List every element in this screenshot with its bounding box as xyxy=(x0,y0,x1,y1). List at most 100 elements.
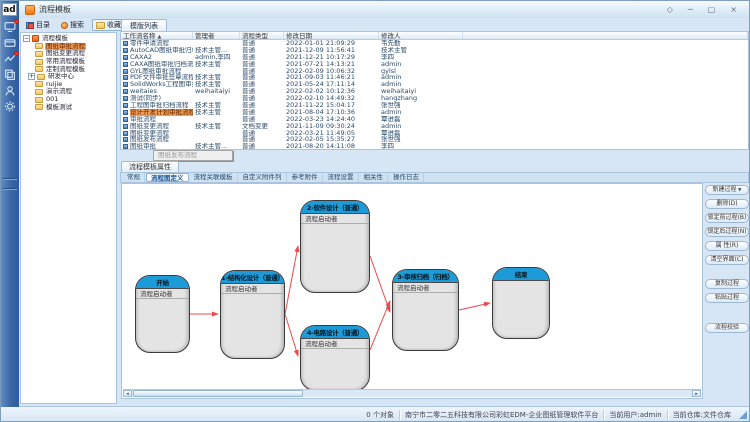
table-row[interactable]: 测试(同步)普通2022-02-10 14:49:32hangzhang xyxy=(121,95,748,102)
title-bar: 流程模板 ◇─▢× xyxy=(19,1,749,18)
resize-grip[interactable] xyxy=(739,411,747,419)
table-row[interactable]: 零件申请流程普通2022-01-01 21:09:29韦先勤 xyxy=(121,40,748,47)
toolbar-button-label: 搜索 xyxy=(70,20,84,30)
directory-button[interactable]: 目录 xyxy=(23,19,53,31)
flow-node-initiator: 流程启动者 xyxy=(221,284,284,294)
workflow-icon[interactable] xyxy=(4,53,16,64)
tab-自定义附件列[interactable]: 自定义附件列 xyxy=(239,173,287,182)
table-row[interactable]: weitaiesweihaitaiyi普通2022-02-02 10:12:36… xyxy=(121,88,748,95)
date-cell: 2021-08-20 14:11:08 xyxy=(284,143,379,150)
table-row[interactable]: 图纸变更流程普通2022-03-21 11:49:05覃进磊 xyxy=(121,130,748,137)
tree-item[interactable]: +研发中心 xyxy=(23,73,116,81)
flow-node[interactable]: 1-结构化设计（普通）流程启动者 xyxy=(220,270,285,359)
toolbar-button-label: 目录 xyxy=(36,20,50,30)
table-row[interactable]: GYL图纸审批流程普通2022-02-09 10:06:32gylsl xyxy=(121,68,748,75)
maximize-icon[interactable]: ▢ xyxy=(708,3,716,17)
search-button[interactable]: 搜索 xyxy=(58,19,87,31)
pin-icon[interactable]: ◇ xyxy=(667,3,673,17)
table-row[interactable]: 工程图审批归档流程技术主管普通2021-11-22 15:04:17张世强 xyxy=(121,102,748,109)
table-row[interactable]: SolidWorks工程图审批流程技术主管普通2021-05-24 17:11:… xyxy=(121,81,748,88)
tab-流程图定义[interactable]: 流程图定义 xyxy=(146,173,189,182)
close-icon[interactable]: × xyxy=(730,3,737,17)
workflow-icon xyxy=(123,48,128,53)
flow-node[interactable]: 2-软件设计（普通）流程启动者 xyxy=(300,200,370,293)
action-button[interactable]: 复制过程 xyxy=(705,279,749,289)
properties-header: 流程模板属性 xyxy=(121,161,179,172)
flow-node[interactable]: 3-审核归档（归档）流程启动者 xyxy=(392,269,459,351)
action-button[interactable]: 粘贴过程 xyxy=(705,293,749,303)
minimize-icon[interactable]: ─ xyxy=(688,3,693,17)
users-icon[interactable] xyxy=(4,85,16,96)
manager-cell: 技术主管 xyxy=(193,61,240,68)
table-row[interactable]: 图纸审批技术主管...普通2021-08-20 14:11:08李四 xyxy=(121,143,748,150)
desktop-icon[interactable] xyxy=(4,21,16,32)
projects-icon[interactable] xyxy=(4,37,16,48)
folder-icon xyxy=(35,104,43,110)
app-window: ad 流程模板 ◇─▢× 目录搜索收藏夹 模版列表 − 流程模板 图纸审批流程图… xyxy=(0,0,750,422)
column-header[interactable]: 工作流名称▲ xyxy=(121,32,193,39)
flow-node-initiator: 流程启动者 xyxy=(301,339,369,349)
flow-canvas[interactable]: 开始流程启动者1-结构化设计（普通）流程启动者2-软件设计（普通）流程启动者4-… xyxy=(121,183,703,399)
column-header[interactable]: 流程类型 xyxy=(240,32,284,39)
action-button[interactable]: 清空界面(C) xyxy=(705,255,749,265)
workflow-icon xyxy=(123,110,128,115)
tree-item[interactable]: 演示流程 xyxy=(23,88,116,96)
flow-node[interactable]: 开始流程启动者 xyxy=(135,275,190,353)
tab-流程关联模板[interactable]: 流程关联模板 xyxy=(190,173,238,182)
column-header[interactable]: 修改人 xyxy=(379,32,463,39)
workflow-icon xyxy=(123,96,128,101)
scroll-left-icon[interactable]: ◂ xyxy=(123,390,132,397)
tree-panel: − 流程模板 图纸审批流程图纸变更流程常用流程模板定制流程模板+研发中心ruij… xyxy=(20,32,117,404)
table-row[interactable]: 设计开发计划审批流程技术主管普通2021-08-04 17:10:36admin xyxy=(121,109,748,116)
expand-icon[interactable]: + xyxy=(28,73,35,80)
workflow-icon xyxy=(123,137,128,142)
notification-badge xyxy=(14,51,19,56)
current-user: 当前用户:admin xyxy=(609,410,661,420)
tab-操作日志[interactable]: 操作日志 xyxy=(389,173,424,182)
table-row[interactable]: 图纸变更流程技术主管文档变更2021-11-09 09:30:24admin xyxy=(121,123,748,130)
column-header[interactable]: 修改日期 xyxy=(284,32,379,39)
scrollbar-thumb[interactable] xyxy=(133,390,303,397)
manager-cell: 技术主管 xyxy=(193,109,240,116)
folder-icon xyxy=(35,89,43,95)
sort-asc-icon: ▲ xyxy=(158,34,162,39)
table-row[interactable]: CAXA2admin,李四普通2021-12-21 10:17:29李四 xyxy=(121,54,748,61)
scroll-right-icon[interactable]: ▸ xyxy=(692,390,701,397)
workflow-icon xyxy=(123,69,128,74)
documents-icon[interactable] xyxy=(4,69,16,80)
tab-常规[interactable]: 常规 xyxy=(123,173,145,182)
action-button[interactable]: 删除(D) xyxy=(705,199,749,209)
manager-cell: 技术主管 xyxy=(193,123,240,130)
canvas-horizontal-scrollbar[interactable]: ◂ ▸ xyxy=(123,389,701,397)
workflow-icon xyxy=(123,131,128,136)
flow-node-title: 2-软件设计（普通） xyxy=(301,201,369,214)
app-logo: ad xyxy=(2,3,17,16)
flow-node[interactable]: 结束 xyxy=(492,267,550,339)
column-header[interactable]: 管理者 xyxy=(193,32,240,39)
workflow-icon xyxy=(123,41,128,46)
table-row[interactable]: CAXA图纸审批归档流程技术主管普通2021-07-21 14:13:21adm… xyxy=(121,61,748,68)
tab-相关性[interactable]: 相关性 xyxy=(360,173,389,182)
folder-icon xyxy=(35,51,43,57)
collapse-icon[interactable]: − xyxy=(23,35,30,42)
table-row[interactable]: AutoCAD图纸审批归档流程技术主管...普通2021-12-09 11:56… xyxy=(121,47,748,54)
flow-node-initiator: 流程启动者 xyxy=(301,214,369,224)
table-row[interactable]: 审批流程普通2022-03-23 14:24:40覃进磊 xyxy=(121,116,748,123)
tab-流程设置[interactable]: 流程设置 xyxy=(324,173,359,182)
action-button[interactable]: 锁定前过程(B) xyxy=(705,213,749,223)
manager-cell: weihaitaiyi xyxy=(193,88,240,95)
action-button[interactable]: 锁定后过程(N) xyxy=(705,227,749,237)
tree-item[interactable]: 模板测试 xyxy=(23,103,116,111)
action-button[interactable]: 属 性(R) xyxy=(705,241,749,251)
table-row[interactable]: PDF文件审批签章流程技术主管普通2021-09-03 11:46:21admi… xyxy=(121,74,748,81)
flow-node[interactable]: 4-电路设计（普通）流程启动者 xyxy=(300,325,370,391)
action-button[interactable]: 流程校验 xyxy=(705,323,749,333)
table-row[interactable]: 图纸发布流程普通2022-02-05 15:35:27张世强 xyxy=(121,136,748,143)
table-header: 工作流名称▲管理者流程类型修改日期修改人 xyxy=(121,32,748,40)
settings-icon[interactable] xyxy=(4,101,16,112)
action-button[interactable]: 新建过程 ▼ xyxy=(705,185,749,195)
action-button-column: 新建过程 ▼ 删除(D) 锁定前过程(B) 锁定后过程(N) 属 性(R) 清空界面(C)… xyxy=(705,185,749,337)
tree-item-label: 模板测试 xyxy=(45,104,73,111)
tab-参考附件[interactable]: 参考附件 xyxy=(288,173,323,182)
workflow-icon xyxy=(123,82,128,87)
